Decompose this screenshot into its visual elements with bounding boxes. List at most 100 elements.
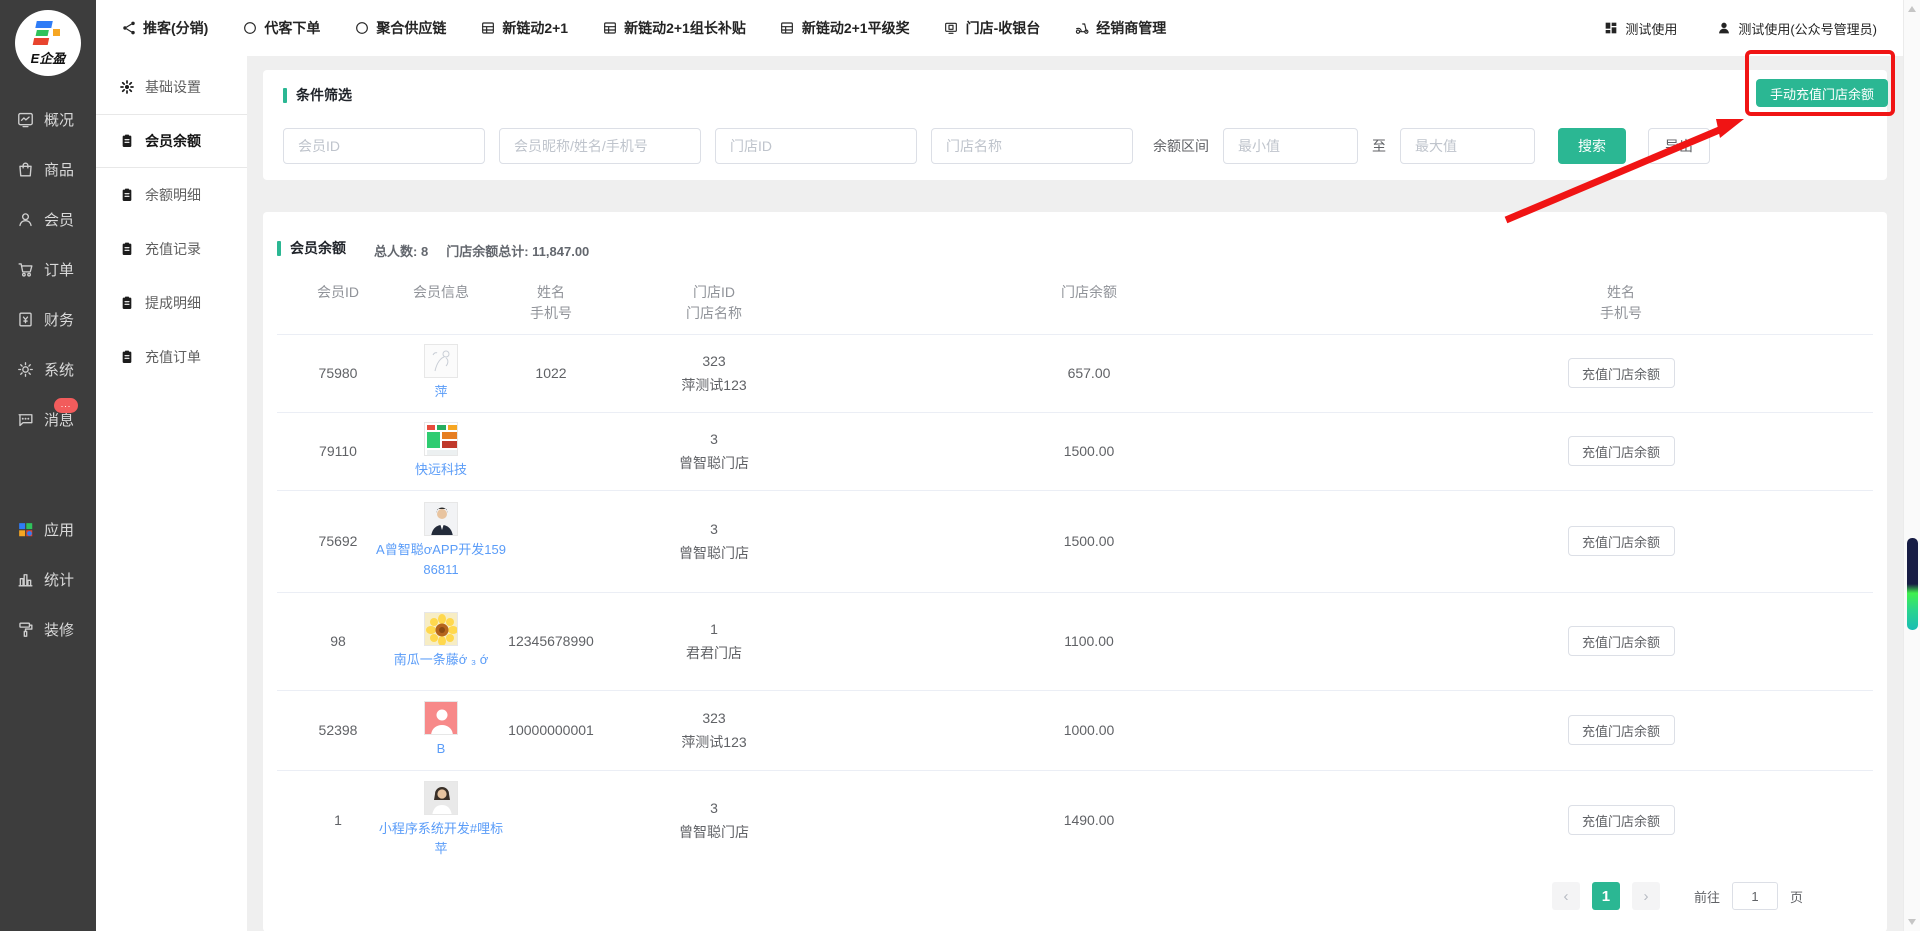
action-cell: 充值门店余额 — [1369, 526, 1873, 556]
page-1-button[interactable]: 1 — [1592, 882, 1620, 910]
sketch-avatar — [424, 344, 458, 378]
filter-row: 余额区间 至 搜索 导出 — [283, 128, 1867, 164]
sidebar-item-1[interactable]: 商品 — [0, 144, 96, 194]
green-bar — [277, 241, 281, 256]
member-nickname-input[interactable] — [499, 128, 701, 164]
circle-icon — [353, 20, 370, 37]
balance-cell: 1100.00 — [809, 633, 1369, 649]
pagination: ‹ 1 › 前往 页 — [1552, 882, 1803, 910]
suit-man-avatar — [424, 502, 458, 536]
sidebar-bottom-item-2[interactable]: 装修 — [0, 604, 96, 654]
table-body: 75980 萍 1022 323萍测试123 657.00 充值门店余额 791… — [277, 334, 1873, 857]
column-header-4: 门店余额 — [809, 282, 1369, 324]
column-header-0: 会员ID — [277, 282, 399, 324]
sidebar-item-0[interactable]: 概况 — [0, 94, 96, 144]
sidebar-bottom-nav: 应用统计装修 — [0, 504, 96, 654]
clipboard-icon — [118, 349, 135, 366]
poster-avatar — [424, 422, 458, 456]
goto-page-input[interactable] — [1732, 882, 1778, 910]
system-icon — [15, 359, 35, 379]
topnav-item-6[interactable]: 门店-收银台 — [943, 18, 1041, 38]
table-row: 79110 快远科技 3曾智聪门店 1500.00 充值门店余额 — [277, 412, 1873, 490]
topnav-item-0[interactable]: 推客(分销) — [120, 18, 208, 38]
recharge-store-balance-button[interactable]: 充值门店余额 — [1568, 358, 1675, 388]
topnav-item-4[interactable]: 新链动2+1组长补贴 — [601, 18, 746, 38]
topnav-item-1[interactable]: 代客下单 — [241, 18, 320, 38]
app-logo[interactable]: E企盈 — [15, 10, 81, 76]
submenu-item-4[interactable]: 提成明细 — [96, 276, 247, 330]
sidebar-bottom-item-0[interactable]: 应用 — [0, 504, 96, 554]
submenu-item-1[interactable]: 会员余额 — [96, 114, 247, 168]
member-name-link[interactable]: 萍 — [434, 382, 447, 402]
member-name-link[interactable]: 小程序系统开发#哩标苹 — [376, 819, 506, 857]
recharge-store-balance-button[interactable]: 充值门店余额 — [1568, 715, 1675, 745]
message-icon — [15, 409, 35, 429]
scrollbar-up-icon[interactable] — [1908, 6, 1916, 12]
export-button[interactable]: 导出 — [1648, 128, 1710, 164]
submenu-item-2[interactable]: 余额明细 — [96, 168, 247, 222]
table-title-row: 会员余额 总人数: 8 门店余额总计: 11,847.00 — [277, 212, 1873, 260]
table-icon — [601, 20, 618, 37]
submenu-item-5[interactable]: 充值订单 — [96, 330, 247, 384]
filter-title-text: 条件筛选 — [296, 85, 352, 105]
overview-icon — [15, 109, 35, 129]
sidebar-item-5[interactable]: 系统 — [0, 344, 96, 394]
store-name-input[interactable] — [931, 128, 1133, 164]
sidebar-item-label: 系统 — [44, 359, 74, 380]
action-cell: 充值门店余额 — [1369, 436, 1873, 466]
submenu-item-3[interactable]: 充值记录 — [96, 222, 247, 276]
monitor-icon — [943, 20, 960, 37]
table-icon — [479, 20, 496, 37]
recharge-store-balance-button[interactable]: 充值门店余额 — [1568, 526, 1675, 556]
share-icon — [120, 20, 137, 37]
submenu-item-label: 基础设置 — [145, 77, 201, 97]
page-unit-label: 页 — [1790, 887, 1803, 906]
topnav-item-7[interactable]: 经销商管理 — [1073, 18, 1166, 38]
green-bar — [283, 88, 287, 103]
topnav-item-5[interactable]: 新链动2+1平级奖 — [779, 18, 910, 38]
member-id-input[interactable] — [283, 128, 485, 164]
topnav-item-label: 新链动2+1组长补贴 — [624, 18, 746, 38]
topnav-item-3[interactable]: 新链动2+1 — [479, 18, 568, 38]
submenu-item-label: 充值记录 — [145, 239, 201, 259]
member-name-link[interactable]: 南瓜一条藤ớ ₃ ớ — [394, 650, 489, 670]
member-name-link[interactable]: B — [437, 739, 446, 759]
topnav-item-2[interactable]: 聚合供应链 — [353, 18, 446, 38]
min-balance-input[interactable] — [1223, 128, 1358, 164]
scrollbar-thumb[interactable] — [1907, 538, 1918, 630]
max-balance-input[interactable] — [1400, 128, 1535, 164]
recharge-store-balance-button[interactable]: 充值门店余额 — [1568, 436, 1675, 466]
member-name-link[interactable]: A曾智聪ơAPP开发15986811 — [376, 540, 506, 580]
filter-card: 条件筛选 余额区间 至 搜索 导出 — [263, 70, 1887, 180]
recharge-store-balance-button[interactable]: 充值门店余额 — [1568, 626, 1675, 656]
column-header-3: 门店ID门店名称 — [619, 282, 809, 324]
apps-icon — [1602, 20, 1619, 37]
next-page-button[interactable]: › — [1632, 882, 1660, 910]
submenu-item-0[interactable]: 基础设置 — [96, 60, 247, 114]
topbar-nav: 推客(分销) 代客下单 聚合供应链 新链动2+1 新链动2+1组长补贴 新链动2+1平级奖… — [96, 18, 1166, 38]
recharge-store-balance-button[interactable]: 充值门店余额 — [1568, 805, 1675, 835]
sidebar-spacer — [0, 444, 96, 504]
message-badge: ... — [54, 398, 78, 413]
store-cell: 3曾智聪门店 — [619, 796, 809, 844]
table-row: 75692 A曾智聪ơAPP开发15986811 3曾智聪门店 1500.00 … — [277, 490, 1873, 592]
store-id-input[interactable] — [715, 128, 917, 164]
member-name-link[interactable]: 快远科技 — [415, 460, 467, 480]
sidebar-item-3[interactable]: 订单 — [0, 244, 96, 294]
search-button[interactable]: 搜索 — [1558, 128, 1626, 164]
column-header-1: 会员信息 — [399, 282, 483, 324]
sidebar-item-2[interactable]: 会员 — [0, 194, 96, 244]
topnav-item-label: 门店-收银台 — [966, 18, 1041, 38]
sidebar-item-4[interactable]: 财务 — [0, 294, 96, 344]
topbar-user-item-0[interactable]: 测试使用 — [1602, 19, 1677, 38]
sidebar-item-6[interactable]: 消息... — [0, 394, 96, 444]
column-header-5: 姓名手机号 — [1369, 282, 1873, 324]
manual-recharge-button[interactable]: 手动充值门店余额 — [1756, 79, 1888, 107]
total-count: 总人数: 8 — [374, 241, 428, 260]
scrollbar[interactable] — [1903, 0, 1920, 931]
prev-page-button[interactable]: ‹ — [1552, 882, 1580, 910]
topbar-user-item-1[interactable]: 测试使用(公众号管理员) — [1715, 19, 1877, 38]
scrollbar-down-icon[interactable] — [1908, 919, 1916, 925]
action-cell: 充值门店余额 — [1369, 715, 1873, 745]
sidebar-bottom-item-1[interactable]: 统计 — [0, 554, 96, 604]
